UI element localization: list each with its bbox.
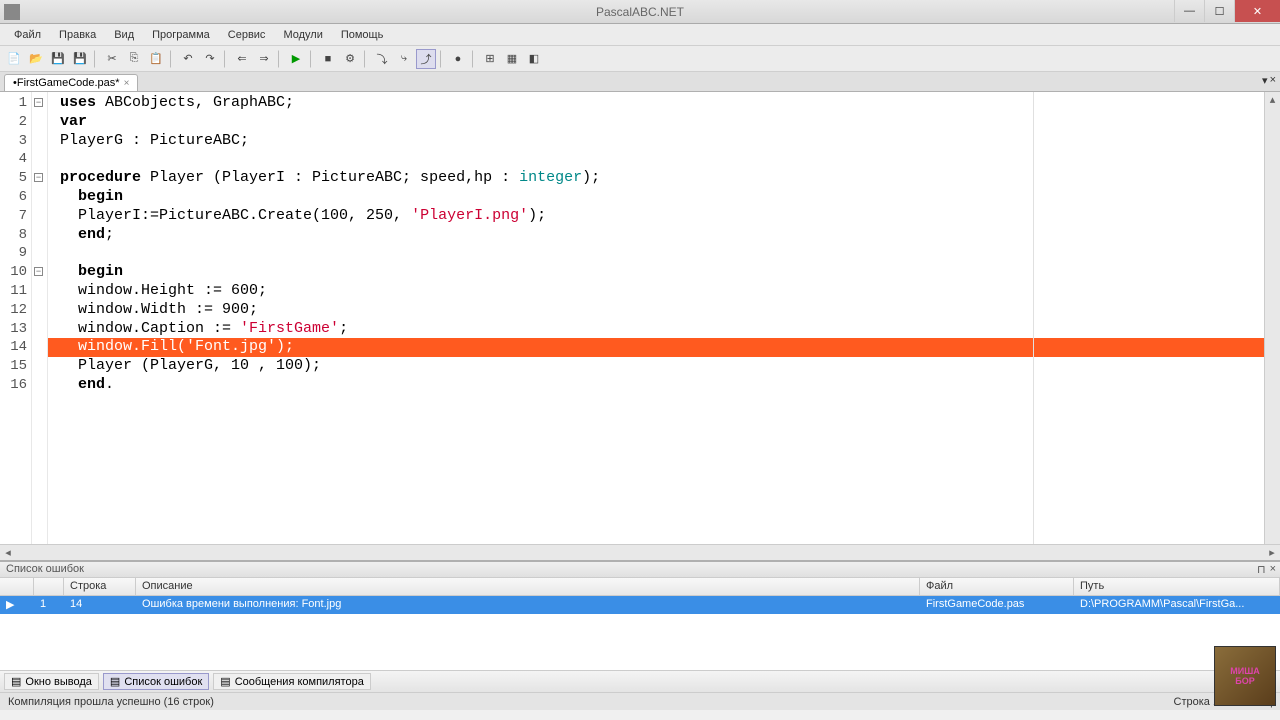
error-row[interactable]: ▶ 1 14 Ошибка времени выполнения: Font.j… (0, 596, 1280, 614)
menu-edit[interactable]: Правка (51, 27, 104, 43)
close-button[interactable]: ✕ (1234, 0, 1280, 22)
tab-close-icon[interactable]: × (124, 78, 130, 89)
col-line[interactable]: Строка (64, 578, 136, 595)
tab-compiler[interactable]: ▤ Сообщения компилятора (213, 673, 371, 690)
save-icon[interactable]: 💾 (48, 49, 68, 69)
code-area[interactable]: uses ABCobjects, GraphABC;varPlayerG : P… (48, 92, 1280, 544)
tab-dropdown-icon[interactable]: ▾ (1262, 74, 1268, 87)
run-icon[interactable]: ▶ (286, 49, 306, 69)
nav-back-icon[interactable]: ⇐ (232, 49, 252, 69)
paste-icon[interactable]: 📋 (146, 49, 166, 69)
tab-output[interactable]: ▤ Окно вывода (4, 673, 99, 690)
tab-closeall-icon[interactable]: × (1270, 74, 1276, 87)
menubar: Файл Правка Вид Программа Сервис Модули … (0, 24, 1280, 46)
col-desc[interactable]: Описание (136, 578, 920, 595)
toolbar: 📄 📂 💾 💾 ✂ ⎘ 📋 ↶ ↷ ⇐ ⇒ ▶ ■ ⚙ ⤵ ⤷ ⤴ ● ⊞ ▦ … (0, 46, 1280, 72)
step-out-icon[interactable]: ⤴ (416, 49, 436, 69)
new-icon[interactable]: 📄 (4, 49, 24, 69)
file-tab[interactable]: •FirstGameCode.pas* × (4, 74, 138, 91)
maximize-button[interactable]: ☐ (1204, 0, 1234, 22)
error-columns: Строка Описание Файл Путь (0, 578, 1280, 596)
cut-icon[interactable]: ✂ (102, 49, 122, 69)
menu-modules[interactable]: Модули (275, 27, 330, 43)
panel-close-icon[interactable]: × (1270, 563, 1276, 576)
designer-icon[interactable]: ◧ (524, 49, 544, 69)
fold-gutter[interactable]: −−− (32, 92, 48, 544)
form-icon[interactable]: ▦ (502, 49, 522, 69)
vertical-scrollbar[interactable]: ▴ (1264, 92, 1280, 544)
step-into-icon[interactable]: ⤷ (394, 49, 414, 69)
window-icon[interactable]: ⊞ (480, 49, 500, 69)
undo-icon[interactable]: ↶ (178, 49, 198, 69)
minimize-button[interactable]: — (1174, 0, 1204, 22)
line-gutter: 12345678910111213141516 (0, 92, 32, 544)
statusbar: Компиляция прошла успешно (16 строк) Стр… (0, 692, 1280, 710)
saveall-icon[interactable]: 💾 (70, 49, 90, 69)
menu-service[interactable]: Сервис (220, 27, 274, 43)
menu-program[interactable]: Программа (144, 27, 218, 43)
margin-line (1033, 92, 1034, 544)
col-path[interactable]: Путь (1074, 578, 1280, 595)
open-icon[interactable]: 📂 (26, 49, 46, 69)
tab-label: •FirstGameCode.pas* (13, 77, 120, 89)
error-panel-title: Список ошибок (6, 563, 84, 575)
error-panel: Список ошибок ⊓ × Строка Описание Файл П… (0, 560, 1280, 670)
panel-pin-icon[interactable]: ⊓ (1257, 563, 1266, 576)
tab-errors[interactable]: ▤ Список ошибок (103, 673, 209, 690)
error-panel-header: Список ошибок ⊓ × (0, 562, 1280, 578)
titlebar: PascalABC.NET — ☐ ✕ (0, 0, 1280, 24)
menu-view[interactable]: Вид (106, 27, 142, 43)
breakpoint-icon[interactable]: ● (448, 49, 468, 69)
compile-icon[interactable]: ⚙ (340, 49, 360, 69)
redo-icon[interactable]: ↷ (200, 49, 220, 69)
menu-help[interactable]: Помощь (333, 27, 392, 43)
stop-icon[interactable]: ■ (318, 49, 338, 69)
tabbar: •FirstGameCode.pas* × ▾ × (0, 72, 1280, 92)
bottom-tabbar: ▤ Окно вывода ▤ Список ошибок ▤ Сообщени… (0, 670, 1280, 692)
horizontal-scrollbar[interactable]: ◂ ▸ (0, 544, 1280, 560)
col-file[interactable]: Файл (920, 578, 1074, 595)
menu-file[interactable]: Файл (6, 27, 49, 43)
app-icon (4, 4, 20, 20)
watermark-logo: МИШАБОР (1214, 646, 1276, 706)
nav-fwd-icon[interactable]: ⇒ (254, 49, 274, 69)
copy-icon[interactable]: ⎘ (124, 49, 144, 69)
step-over-icon[interactable]: ⤵ (372, 49, 392, 69)
error-table: Строка Описание Файл Путь ▶ 1 14 Ошибка … (0, 578, 1280, 670)
error-icon: ▶ (0, 596, 34, 614)
window-title: PascalABC.NET (596, 5, 684, 19)
status-message: Компиляция прошла успешно (16 строк) (8, 696, 214, 708)
editor[interactable]: 12345678910111213141516 −−− uses ABCobje… (0, 92, 1280, 560)
